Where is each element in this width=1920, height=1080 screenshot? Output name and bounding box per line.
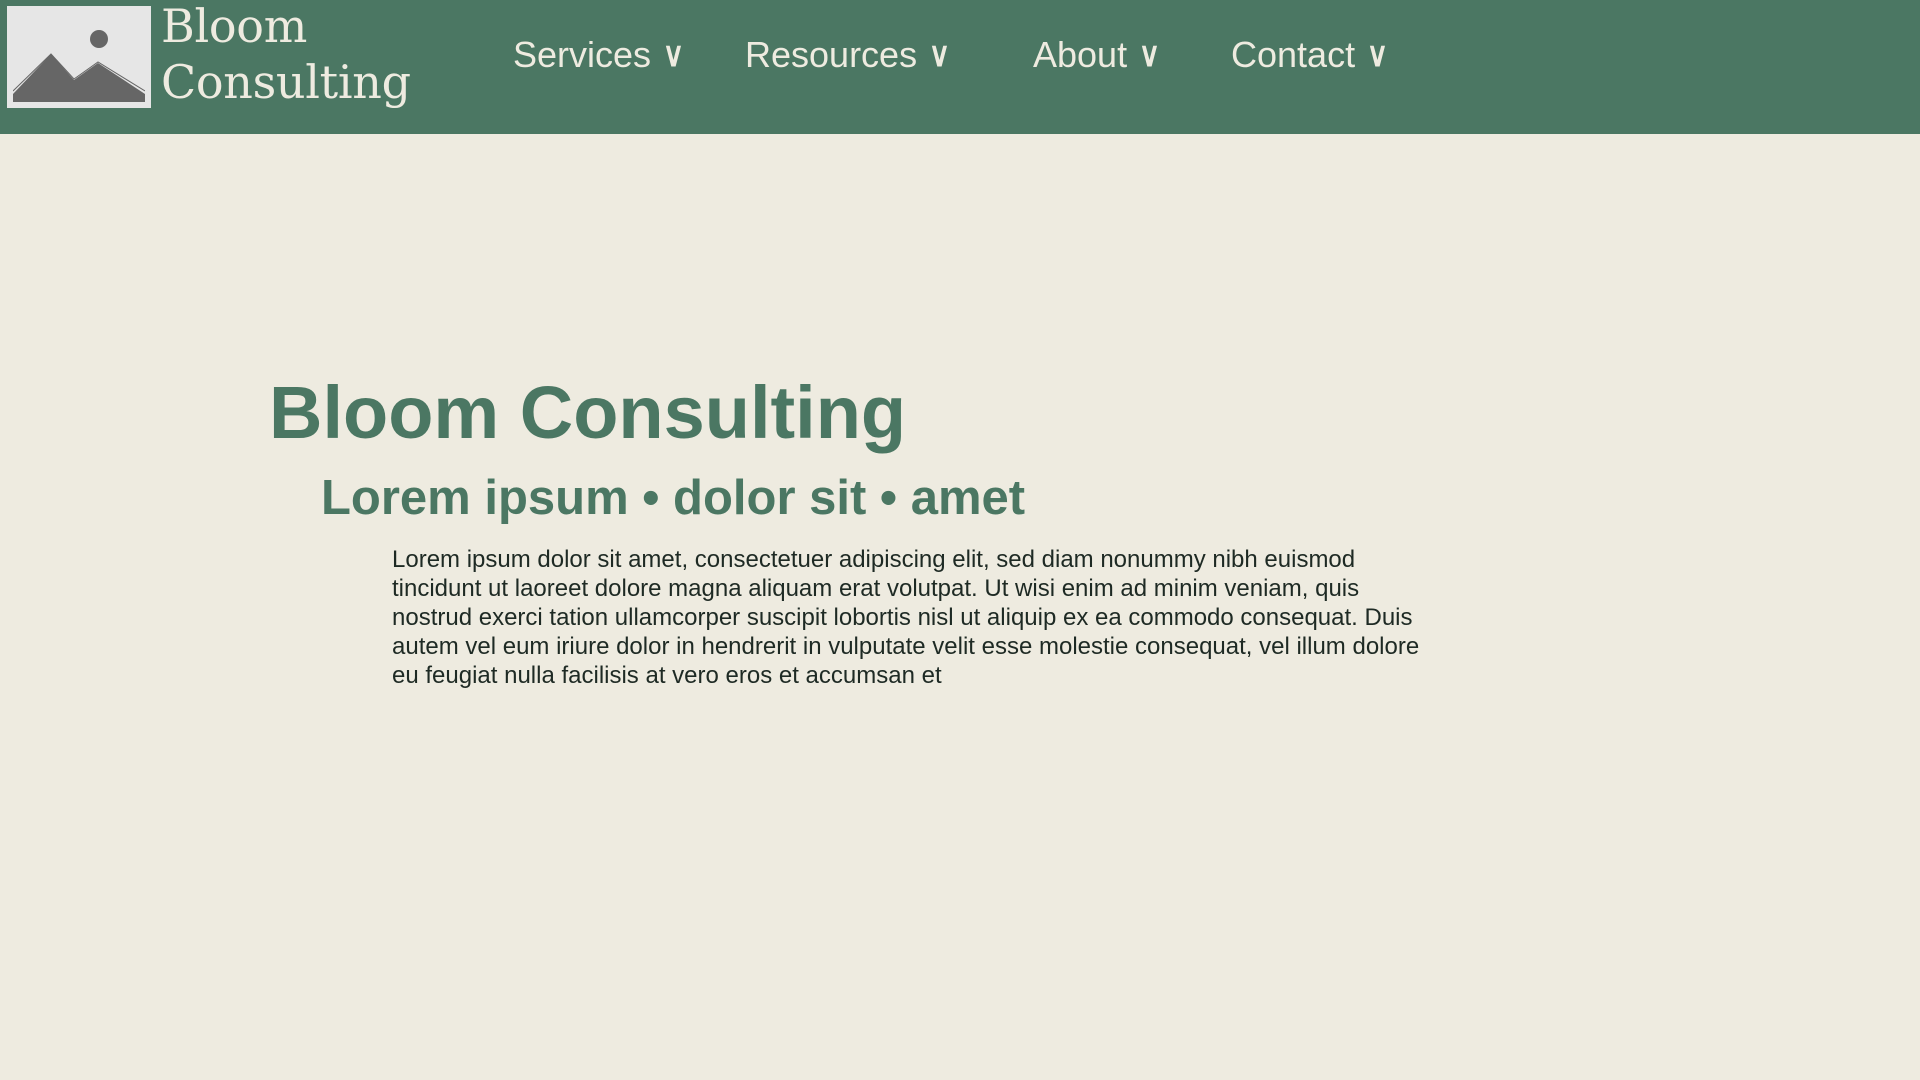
chevron-down-icon: ∨ bbox=[1138, 36, 1161, 74]
chevron-down-icon: ∨ bbox=[1366, 36, 1389, 74]
nav-item-services[interactable]: Services ∨ bbox=[513, 34, 686, 76]
nav-item-resources[interactable]: Resources ∨ bbox=[745, 34, 952, 76]
nav-label: About bbox=[1033, 34, 1128, 75]
page-subtitle: Lorem ipsum • dolor sit • amet bbox=[321, 471, 1026, 525]
body-paragraph: Lorem ipsum dolor sit amet, consectetuer… bbox=[392, 546, 1420, 689]
nav-label: Contact bbox=[1231, 34, 1356, 75]
nav-item-about[interactable]: About ∨ bbox=[1033, 34, 1162, 76]
page-title: Bloom Consulting bbox=[269, 371, 907, 454]
nav-label: Services bbox=[513, 34, 652, 75]
brand-name[interactable]: Bloom Consulting bbox=[161, 0, 411, 110]
image-placeholder-icon[interactable] bbox=[7, 6, 151, 108]
nav-label: Resources bbox=[745, 34, 918, 75]
nav-item-contact[interactable]: Contact ∨ bbox=[1231, 34, 1390, 76]
site-header: Bloom Consulting Services ∨ Resources ∨ … bbox=[0, 0, 1920, 134]
chevron-down-icon: ∨ bbox=[662, 36, 685, 74]
chevron-down-icon: ∨ bbox=[928, 36, 951, 74]
